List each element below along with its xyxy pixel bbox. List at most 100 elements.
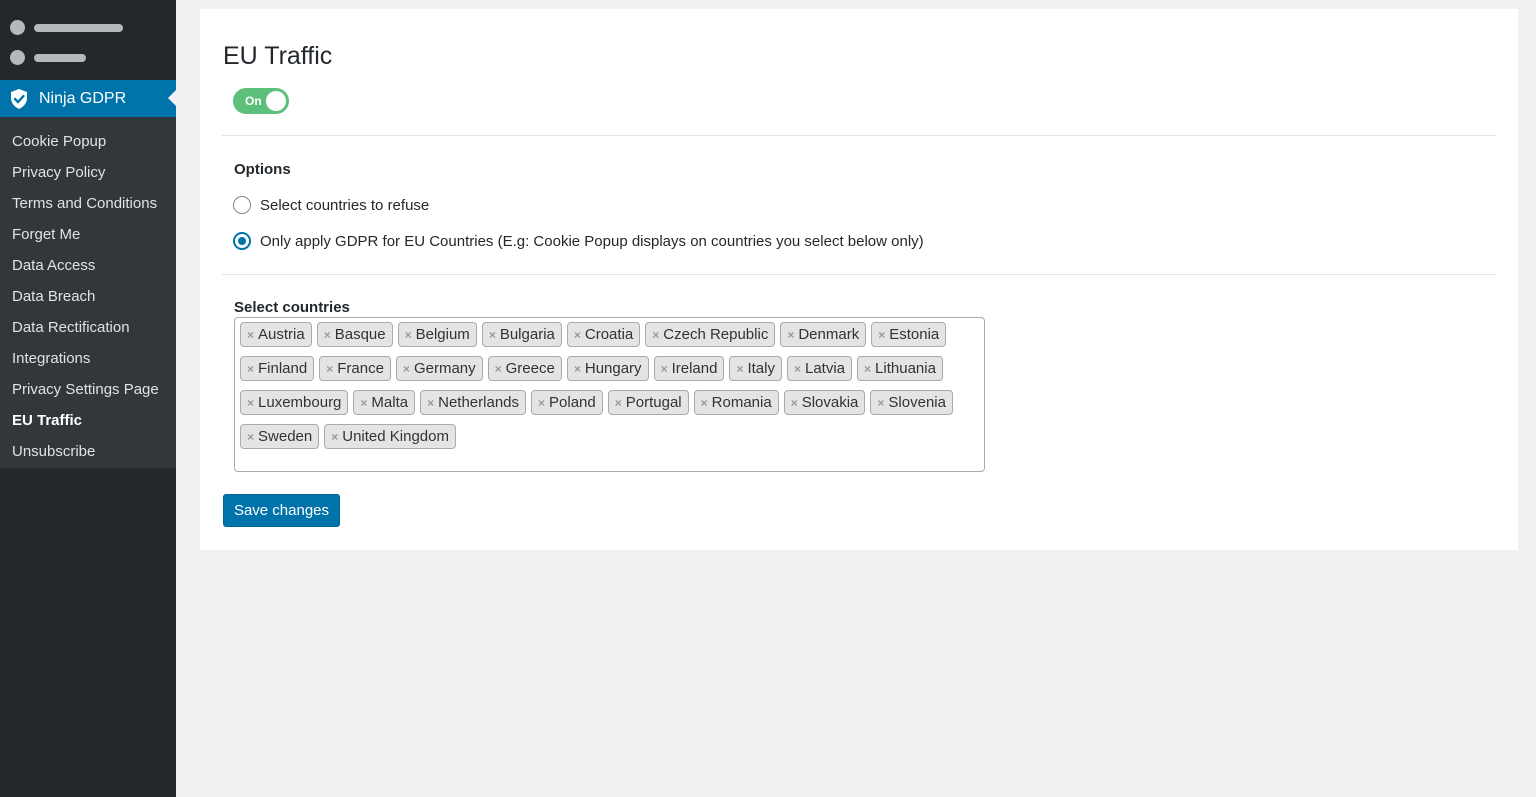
country-chip-label: Slovakia [801,394,859,411]
toggle-label: On [245,94,262,108]
country-chip-label: Finland [258,360,308,377]
toggle-knob [266,91,286,111]
country-chip-label: Basque [334,326,386,343]
country-chip-label: Hungary [584,360,642,377]
menu-item-placeholder[interactable] [10,20,123,35]
submenu-item-integrations[interactable]: Integrations [12,350,90,367]
country-chip: × Czech Republic [645,322,776,347]
submenu-item-data-access[interactable]: Data Access [12,257,95,274]
country-chip: × Basque [316,322,393,347]
country-chip: × Slovenia [870,390,953,415]
remove-chip-icon[interactable]: × [247,328,254,342]
remove-chip-icon[interactable]: × [405,328,412,342]
remove-chip-icon[interactable]: × [495,362,502,376]
page-title: EU Traffic [223,42,333,70]
country-chip-label: Belgium [415,326,470,343]
remove-chip-icon[interactable]: × [615,396,622,410]
submenu-item-privacy-settings-page[interactable]: Privacy Settings Page [12,381,159,398]
country-chip-label: Luxembourg [258,394,342,411]
remove-chip-icon[interactable]: × [324,328,331,342]
remove-chip-icon[interactable]: × [247,430,254,444]
country-chip-label: Ireland [671,360,718,377]
remove-chip-icon[interactable]: × [877,396,884,410]
country-chip: × Portugal [607,390,689,415]
country-chip: × Netherlands [420,390,527,415]
country-chip: × Estonia [871,322,947,347]
radio-refuse[interactable] [233,196,251,214]
remove-chip-icon[interactable]: × [489,328,496,342]
country-chip-label: France [337,360,384,377]
divider [222,135,1496,136]
country-chip-label: Estonia [889,326,940,343]
radio-eu-only-label[interactable]: Only apply GDPR for EU Countries (E.g: C… [260,233,924,250]
country-chip-label: Czech Republic [663,326,769,343]
country-chip: × France [319,356,391,381]
country-chip: × Malta [353,390,416,415]
country-chip: × Greece [487,356,562,381]
radio-option-refuse[interactable]: Select countries to refuse [233,196,429,214]
country-chip-label: Slovenia [888,394,946,411]
country-chip-label: Poland [549,394,596,411]
remove-chip-icon[interactable]: × [403,362,410,376]
country-chip-label: Denmark [798,326,860,343]
remove-chip-icon[interactable]: × [538,396,545,410]
country-chips: × Austria × Basque × Belgium × Bulgaria × Croatia… [240,322,964,449]
divider [222,274,1496,275]
remove-chip-icon[interactable]: × [331,430,338,444]
country-chip-label: Netherlands [438,394,520,411]
remove-chip-icon[interactable]: × [661,362,668,376]
country-chip-label: Croatia [584,326,634,343]
countries-multiselect[interactable]: × Austria × Basque × Belgium × Bulgaria × Croatia… [234,317,985,472]
country-chip: × Slovakia [783,390,866,415]
remove-chip-icon[interactable]: × [864,362,871,376]
remove-chip-icon[interactable]: × [247,362,254,376]
remove-chip-icon[interactable]: × [794,362,801,376]
submenu-item-forget-me[interactable]: Forget Me [12,226,80,243]
admin-sidebar: Ninja GDPR Cookie Popup Privacy Policy T… [0,0,176,797]
placeholder-icon [10,50,25,65]
remove-chip-icon[interactable]: × [574,328,581,342]
radio-refuse-label[interactable]: Select countries to refuse [260,197,429,214]
shield-check-icon [11,88,27,109]
country-chip-label: Lithuania [875,360,936,377]
remove-chip-icon[interactable]: × [326,362,333,376]
country-chip: × Germany [395,356,483,381]
country-chip: × Romania [693,390,779,415]
eu-traffic-toggle[interactable]: On [233,88,289,114]
select-countries-label: Select countries [234,299,350,316]
submenu-item-eu-traffic[interactable]: EU Traffic [12,412,82,429]
remove-chip-icon[interactable]: × [791,396,798,410]
remove-chip-icon[interactable]: × [787,328,794,342]
remove-chip-icon[interactable]: × [427,396,434,410]
options-label: Options [234,161,291,178]
submenu-item-privacy-policy[interactable]: Privacy Policy [12,164,105,181]
submenu-item-unsubscribe[interactable]: Unsubscribe [12,443,95,460]
submenu-item-data-rectification[interactable]: Data Rectification [12,319,130,336]
remove-chip-icon[interactable]: × [247,396,254,410]
country-chip: × Croatia [566,322,641,347]
submenu-item-data-breach[interactable]: Data Breach [12,288,95,305]
country-chip: × Ireland [653,356,725,381]
country-chip-label: Greece [505,360,555,377]
radio-option-eu-only[interactable]: Only apply GDPR for EU Countries (E.g: C… [233,232,924,250]
save-changes-button[interactable]: Save changes [223,494,340,527]
remove-chip-icon[interactable]: × [360,396,367,410]
menu-item-ninja-gdpr[interactable]: Ninja GDPR [0,80,176,117]
country-chip: × United Kingdom [324,424,456,449]
country-chip-label: United Kingdom [342,428,449,445]
country-chip-label: Bulgaria [499,326,555,343]
remove-chip-icon[interactable]: × [652,328,659,342]
menu-item-placeholder[interactable] [10,50,86,65]
submenu-item-cookie-popup[interactable]: Cookie Popup [12,133,106,150]
radio-eu-only[interactable] [233,232,251,250]
remove-chip-icon[interactable]: × [701,396,708,410]
remove-chip-icon[interactable]: × [736,362,743,376]
remove-chip-icon[interactable]: × [574,362,581,376]
country-chip: × Latvia [786,356,853,381]
submenu-item-terms-and-conditions[interactable]: Terms and Conditions [12,195,157,212]
country-chip: × Austria [240,322,312,347]
placeholder-icon [10,20,25,35]
remove-chip-icon[interactable]: × [878,328,885,342]
country-chip: × Luxembourg [240,390,349,415]
country-chip: × Denmark [780,322,867,347]
